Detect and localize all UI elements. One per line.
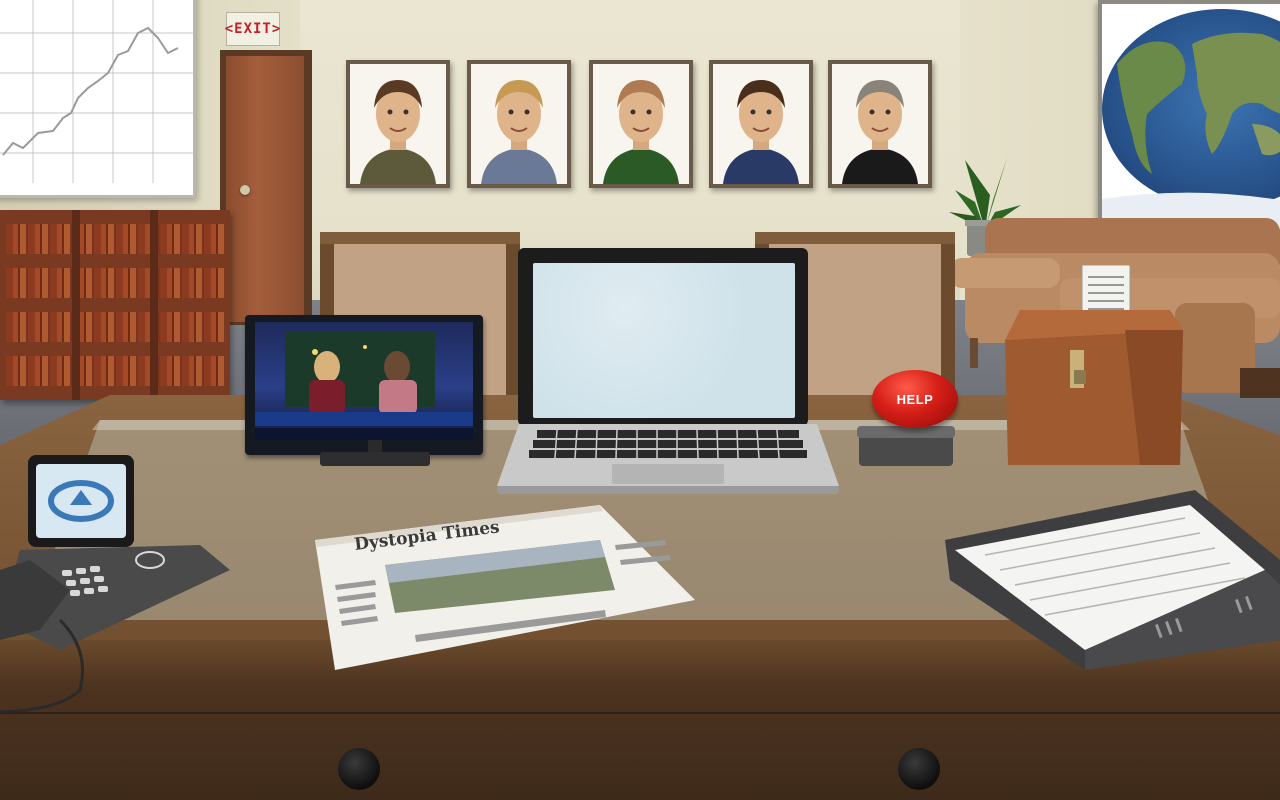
portrait-bearded-man[interactable] (346, 60, 450, 188)
desk-phone[interactable] (0, 450, 230, 720)
map-graphic (1102, 9, 1280, 229)
portrait-canvas (350, 64, 446, 184)
ballot-box[interactable] (1000, 265, 1185, 470)
laptop-keyboard[interactable] (497, 424, 839, 496)
portrait-blonde-woman[interactable] (467, 60, 571, 188)
exit-door[interactable] (226, 56, 304, 322)
shelf-divider (72, 210, 80, 400)
shelf-divider (150, 210, 158, 400)
book-row (6, 224, 224, 254)
office-scene: <EXIT> HELP Dystopia Times (0, 0, 1280, 800)
bookshelf[interactable] (0, 210, 230, 400)
tv-screen[interactable] (255, 322, 473, 440)
book-row (6, 312, 224, 342)
drawer-knob-right[interactable] (898, 748, 940, 790)
drawer-knob-left[interactable] (338, 748, 380, 790)
book-row (6, 356, 224, 386)
newspaper[interactable]: Dystopia Times (315, 505, 695, 675)
book-row (6, 268, 224, 298)
news-ticker (255, 428, 473, 440)
laptop-screen[interactable] (533, 263, 795, 418)
tv-stand (320, 440, 430, 466)
portrait-bald-man-green-shirt[interactable] (589, 60, 693, 188)
portrait-canvas (471, 64, 567, 184)
stock-chart-board[interactable] (0, 0, 196, 198)
portrait-canvas (593, 64, 689, 184)
document-inbox-tray[interactable] (945, 490, 1280, 670)
portrait-canvas (713, 64, 809, 184)
exit-sign: <EXIT> (225, 12, 280, 46)
world-map[interactable] (1098, 0, 1280, 233)
news-broadcast (255, 332, 473, 426)
portrait-older-man[interactable] (828, 60, 932, 188)
portrait-canvas (832, 64, 928, 184)
door-knob (240, 185, 250, 195)
portrait-man-with-glasses[interactable] (709, 60, 813, 188)
help-button[interactable]: HELP (872, 370, 958, 428)
